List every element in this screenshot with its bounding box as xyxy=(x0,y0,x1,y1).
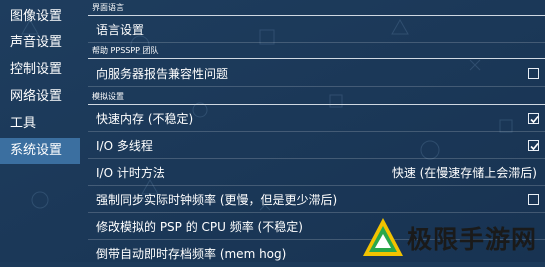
cpu-clock-label: 修改模拟的 PSP 的 CPU 频率 (不稳定) xyxy=(96,220,303,234)
io-multithread-label: I/O 多线程 xyxy=(96,139,153,153)
io-multithread-checkbox[interactable] xyxy=(528,140,539,151)
fast-memory-checkbox[interactable] xyxy=(528,113,539,124)
language-setting-label: 语言设置 xyxy=(96,23,145,37)
force-realtime-label: 强制同步实际时钟频率 (更慢，但是更少滞后) xyxy=(96,193,338,207)
rewind-frequency-label: 倒带自动即时存档频率 (mem hog) xyxy=(96,247,287,261)
report-compat-label: 向服务器报告兼容性问题 xyxy=(96,67,229,81)
io-multithread-row[interactable]: I/O 多线程 xyxy=(88,133,545,159)
force-realtime-row[interactable]: 强制同步实际时钟频率 (更慢，但是更少滞后) xyxy=(88,187,545,213)
io-timing-label: I/O 计时方法 xyxy=(96,166,165,180)
sidebar-item-controls[interactable]: 控制设置 xyxy=(0,57,80,83)
sidebar-item-tools[interactable]: 工具 xyxy=(0,111,80,137)
language-setting-row[interactable]: 语言设置 xyxy=(88,17,545,43)
sidebar-item-graphics[interactable]: 图像设置 xyxy=(0,4,80,30)
section-header-language: 界面语言 xyxy=(88,2,545,16)
sidebar-item-system[interactable]: 系统设置 xyxy=(0,138,80,164)
watermark-text: 极限手游网 xyxy=(407,225,538,254)
sidebar: 图像设置 声音设置 控制设置 网络设置 工具 系统设置 xyxy=(0,0,80,262)
report-compat-row[interactable]: 向服务器报告兼容性问题 xyxy=(88,61,545,87)
sidebar-item-network[interactable]: 网络设置 xyxy=(0,84,80,110)
checkmark-icon xyxy=(530,142,539,151)
watermark-logo: 极限手游网 xyxy=(355,214,545,262)
section-header-help: 帮助 PPSSPP 团队 xyxy=(88,45,545,59)
report-compat-checkbox[interactable] xyxy=(528,68,539,79)
triangle-logo-icon xyxy=(363,218,403,256)
checkmark-icon xyxy=(530,115,539,124)
io-timing-value: 快速 (在慢速存储上会滞后) xyxy=(391,166,537,180)
io-timing-row[interactable]: I/O 计时方法 快速 (在慢速存储上会滞后) xyxy=(88,160,545,186)
sidebar-item-audio[interactable]: 声音设置 xyxy=(0,30,80,56)
force-realtime-checkbox[interactable] xyxy=(528,194,539,205)
section-header-emulation: 模拟设置 xyxy=(88,91,545,105)
fast-memory-row[interactable]: 快速内存 (不稳定) xyxy=(88,106,545,132)
fast-memory-label: 快速内存 (不稳定) xyxy=(96,112,194,126)
